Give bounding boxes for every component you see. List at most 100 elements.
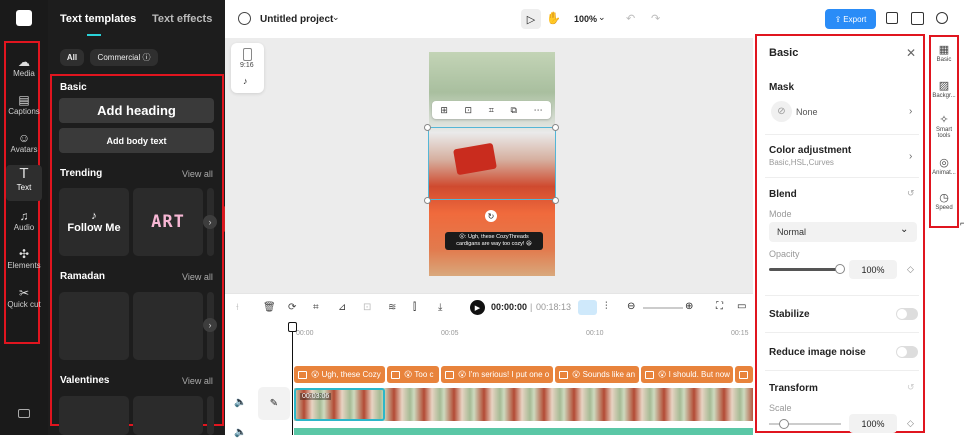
tab-text-templates[interactable]: Text templates (60, 13, 136, 25)
undo-icon[interactable]: ↶ (626, 12, 635, 25)
preview-icon[interactable]: ▭ (737, 301, 746, 312)
trim-icon[interactable]: ⫿ (413, 302, 416, 313)
valentines-tile-partial[interactable] (207, 396, 214, 435)
valentines-view-all-link[interactable]: View all (182, 376, 213, 386)
stabilize-toggle[interactable] (896, 308, 918, 320)
zoom-in-icon[interactable]: ⊕ (685, 301, 693, 312)
keyboard-icon[interactable] (18, 409, 30, 418)
opacity-slider-track[interactable] (769, 268, 841, 271)
ramadan-next-arrow[interactable]: › (203, 318, 217, 332)
speed-ramp-icon[interactable]: ≋ (388, 302, 396, 313)
split-clip-icon[interactable]: ⟊ (236, 302, 239, 313)
ramadan-view-all-link[interactable]: View all (182, 272, 213, 282)
resize-handle-tr[interactable] (552, 124, 559, 131)
panel-layout-icon[interactable] (911, 12, 924, 25)
chevron-down-icon[interactable]: ⌄ (332, 12, 340, 23)
playhead[interactable] (292, 323, 293, 435)
crop-fit-icon[interactable]: ⊡ (465, 105, 473, 116)
valentines-tile-1[interactable] (59, 396, 129, 435)
reset-icon[interactable]: ↺ (907, 188, 915, 199)
keyframe-icon[interactable]: ◇ (907, 264, 914, 275)
aspect-ratio-card[interactable]: 9:16 ♪ (231, 43, 264, 93)
zoom-chevron-icon[interactable]: ⌄ (598, 12, 606, 23)
caption-overlay[interactable]: 😮: Ugh, these CozyThreads cardigans are … (445, 232, 543, 250)
add-heading-button[interactable]: Add heading (59, 98, 214, 123)
far-rail-speed[interactable]: ◷ Speed (929, 192, 959, 220)
opacity-slider-thumb[interactable] (835, 264, 845, 274)
template-tile-art[interactable]: ART (133, 188, 203, 256)
layers-icon[interactable] (886, 12, 898, 24)
rail-item-avatars[interactable]: ☺ Avatars (0, 131, 48, 165)
selection-frame[interactable] (428, 127, 556, 200)
zoom-level[interactable]: 100% (574, 14, 597, 24)
scale-slider-thumb[interactable] (779, 419, 789, 429)
redo-icon[interactable]: ↷ (651, 12, 660, 25)
delete-icon[interactable]: 🗑 (263, 302, 276, 313)
rail-item-quick-cut[interactable]: ✂ Quick cut (6, 286, 42, 322)
mask-value[interactable]: None (796, 107, 818, 117)
resize-handle-br[interactable] (552, 197, 559, 204)
trending-view-all-link[interactable]: View all (182, 169, 213, 179)
crop-icon[interactable]: ⌗ (489, 105, 494, 116)
caption-clip[interactable]: 😮 I'm serious! I put one o (441, 366, 553, 383)
far-rail-basic[interactable]: ▦ Basic (929, 44, 959, 72)
filter-commercial[interactable]: Commercial ⓘ (90, 49, 158, 66)
add-body-text-button[interactable]: Add body text (59, 128, 214, 153)
template-tile-follow-me[interactable]: ♪ Follow Me (59, 188, 129, 256)
keyframe-icon[interactable]: ◇ (907, 418, 914, 429)
reduce-noise-toggle[interactable] (896, 346, 918, 358)
filter-all[interactable]: All (60, 49, 84, 66)
play-button[interactable]: ▶ (470, 300, 485, 315)
export-button[interactable]: ⇪ Export (825, 9, 876, 29)
more-icon[interactable]: ⋯ (534, 105, 543, 116)
track-audio-icon[interactable]: 🔈 (234, 397, 246, 408)
far-rail-animation[interactable]: ◎ Animat... (929, 157, 959, 185)
selected-video-clip[interactable]: 00:03:06 (294, 388, 385, 421)
ramadan-tile-2[interactable] (133, 292, 203, 360)
project-title[interactable]: Untitled project (260, 14, 333, 25)
far-rail-background[interactable]: ▨ Backgr... (929, 80, 959, 108)
settings-icon[interactable] (936, 12, 948, 24)
rotate-handle-icon[interactable]: ↻ (485, 210, 497, 222)
valentines-tile-2[interactable] (133, 396, 203, 435)
far-rail-smart-tools[interactable]: ✧ Smart tools (929, 114, 959, 148)
resize-handle-bl[interactable] (424, 197, 431, 204)
rail-item-text[interactable]: T Text (6, 165, 42, 201)
rail-item-audio[interactable]: ♫ Audio (0, 209, 48, 243)
caption-clip[interactable] (735, 366, 753, 383)
trending-next-arrow[interactable]: › (203, 215, 217, 229)
scale-input[interactable]: 100% (849, 414, 897, 433)
audio-track[interactable] (294, 428, 753, 435)
flip-icon[interactable]: ⊿ (338, 302, 346, 313)
replace-icon[interactable]: ⊞ (440, 105, 448, 116)
caption-clip[interactable]: 😮 Sounds like an (555, 366, 639, 383)
caption-clip[interactable]: 😮 Ugh, these Cozy (294, 366, 385, 383)
snap-icon[interactable]: ⫶ (605, 301, 608, 312)
resize-handle-tl[interactable] (424, 124, 431, 131)
edit-cover-icon[interactable]: ✎ (258, 387, 290, 420)
tab-text-effects[interactable]: Text effects (152, 13, 212, 25)
fullscreen-icon[interactable]: ⛶ (716, 301, 723, 312)
loop-icon[interactable]: ⟳ (288, 302, 296, 313)
track-audio-icon[interactable]: 🔈 (234, 427, 246, 438)
split-icon[interactable]: ⧉ (511, 105, 517, 116)
caption-clip[interactable]: 😮 I should. But now (641, 366, 733, 383)
playhead-handle[interactable] (288, 322, 297, 332)
caption-clip[interactable]: 😮 Too c (387, 366, 439, 383)
close-icon[interactable]: ✕ (906, 46, 916, 60)
rail-item-captions[interactable]: ▤ Captions (0, 93, 48, 127)
ramadan-tile-1[interactable] (59, 292, 129, 360)
pointer-tool-icon[interactable]: ▷ (521, 9, 541, 29)
color-adjustment-label[interactable]: Color adjustment (769, 145, 851, 156)
rail-item-media[interactable]: ☁ Media (0, 55, 48, 89)
hand-tool-icon[interactable]: ✋ (546, 11, 561, 25)
reset-icon[interactable]: ↺ (907, 382, 915, 393)
chevron-right-icon[interactable]: › (909, 106, 912, 117)
auto-caption-icon[interactable] (578, 300, 597, 315)
rail-item-elements[interactable]: ✣ Elements (0, 247, 48, 281)
timeline-zoom-slider[interactable] (643, 307, 683, 309)
download-icon[interactable]: ⤓ (438, 302, 442, 313)
opacity-input[interactable]: 100% (849, 260, 897, 279)
chevron-right-icon[interactable]: › (909, 151, 912, 162)
mirror-icon[interactable]: ⊡ (363, 302, 371, 313)
